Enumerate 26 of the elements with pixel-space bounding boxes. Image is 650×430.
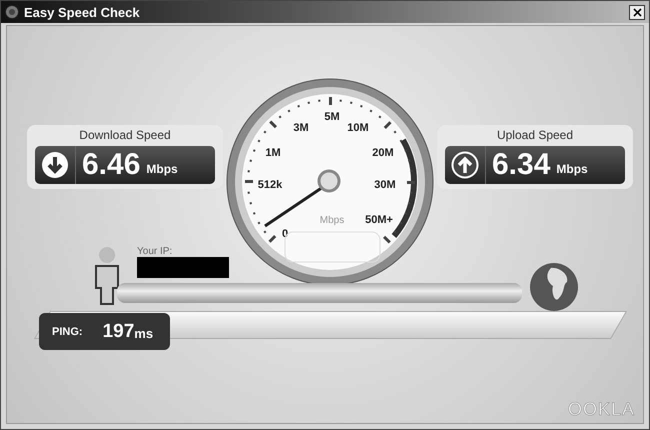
close-button[interactable] [629,4,645,20]
scale-label: 512k [258,178,282,190]
scale-label: 1M [265,146,281,158]
scale-label: 50M+ [365,214,393,226]
close-icon [632,8,642,16]
scale-label: 30M [374,178,396,190]
upload-unit: Mbps [556,162,588,176]
download-value: 6.46 [82,148,140,182]
download-label: Download Speed [79,128,171,142]
ping-label: PING: [52,326,83,338]
globe-icon [529,262,579,312]
download-unit: Mbps [146,162,178,176]
scale-label: 20M [372,146,394,158]
logo: OOKLA [568,399,635,420]
upload-value: 6.34 [492,148,550,182]
upload-label: Upload Speed [496,128,574,142]
person-icon [92,246,122,306]
ping-value: 197 [102,320,134,342]
ping-unit: ms [134,326,154,341]
app-icon [5,5,19,19]
gauge-unit: Mbps [320,214,344,226]
scale-label: 3M [293,122,309,134]
scale-label: 10M [347,122,369,134]
window-title: Easy Speed Check [24,4,141,20]
scale-label: 5M [324,110,340,122]
ip-label: Your IP: [137,246,174,257]
